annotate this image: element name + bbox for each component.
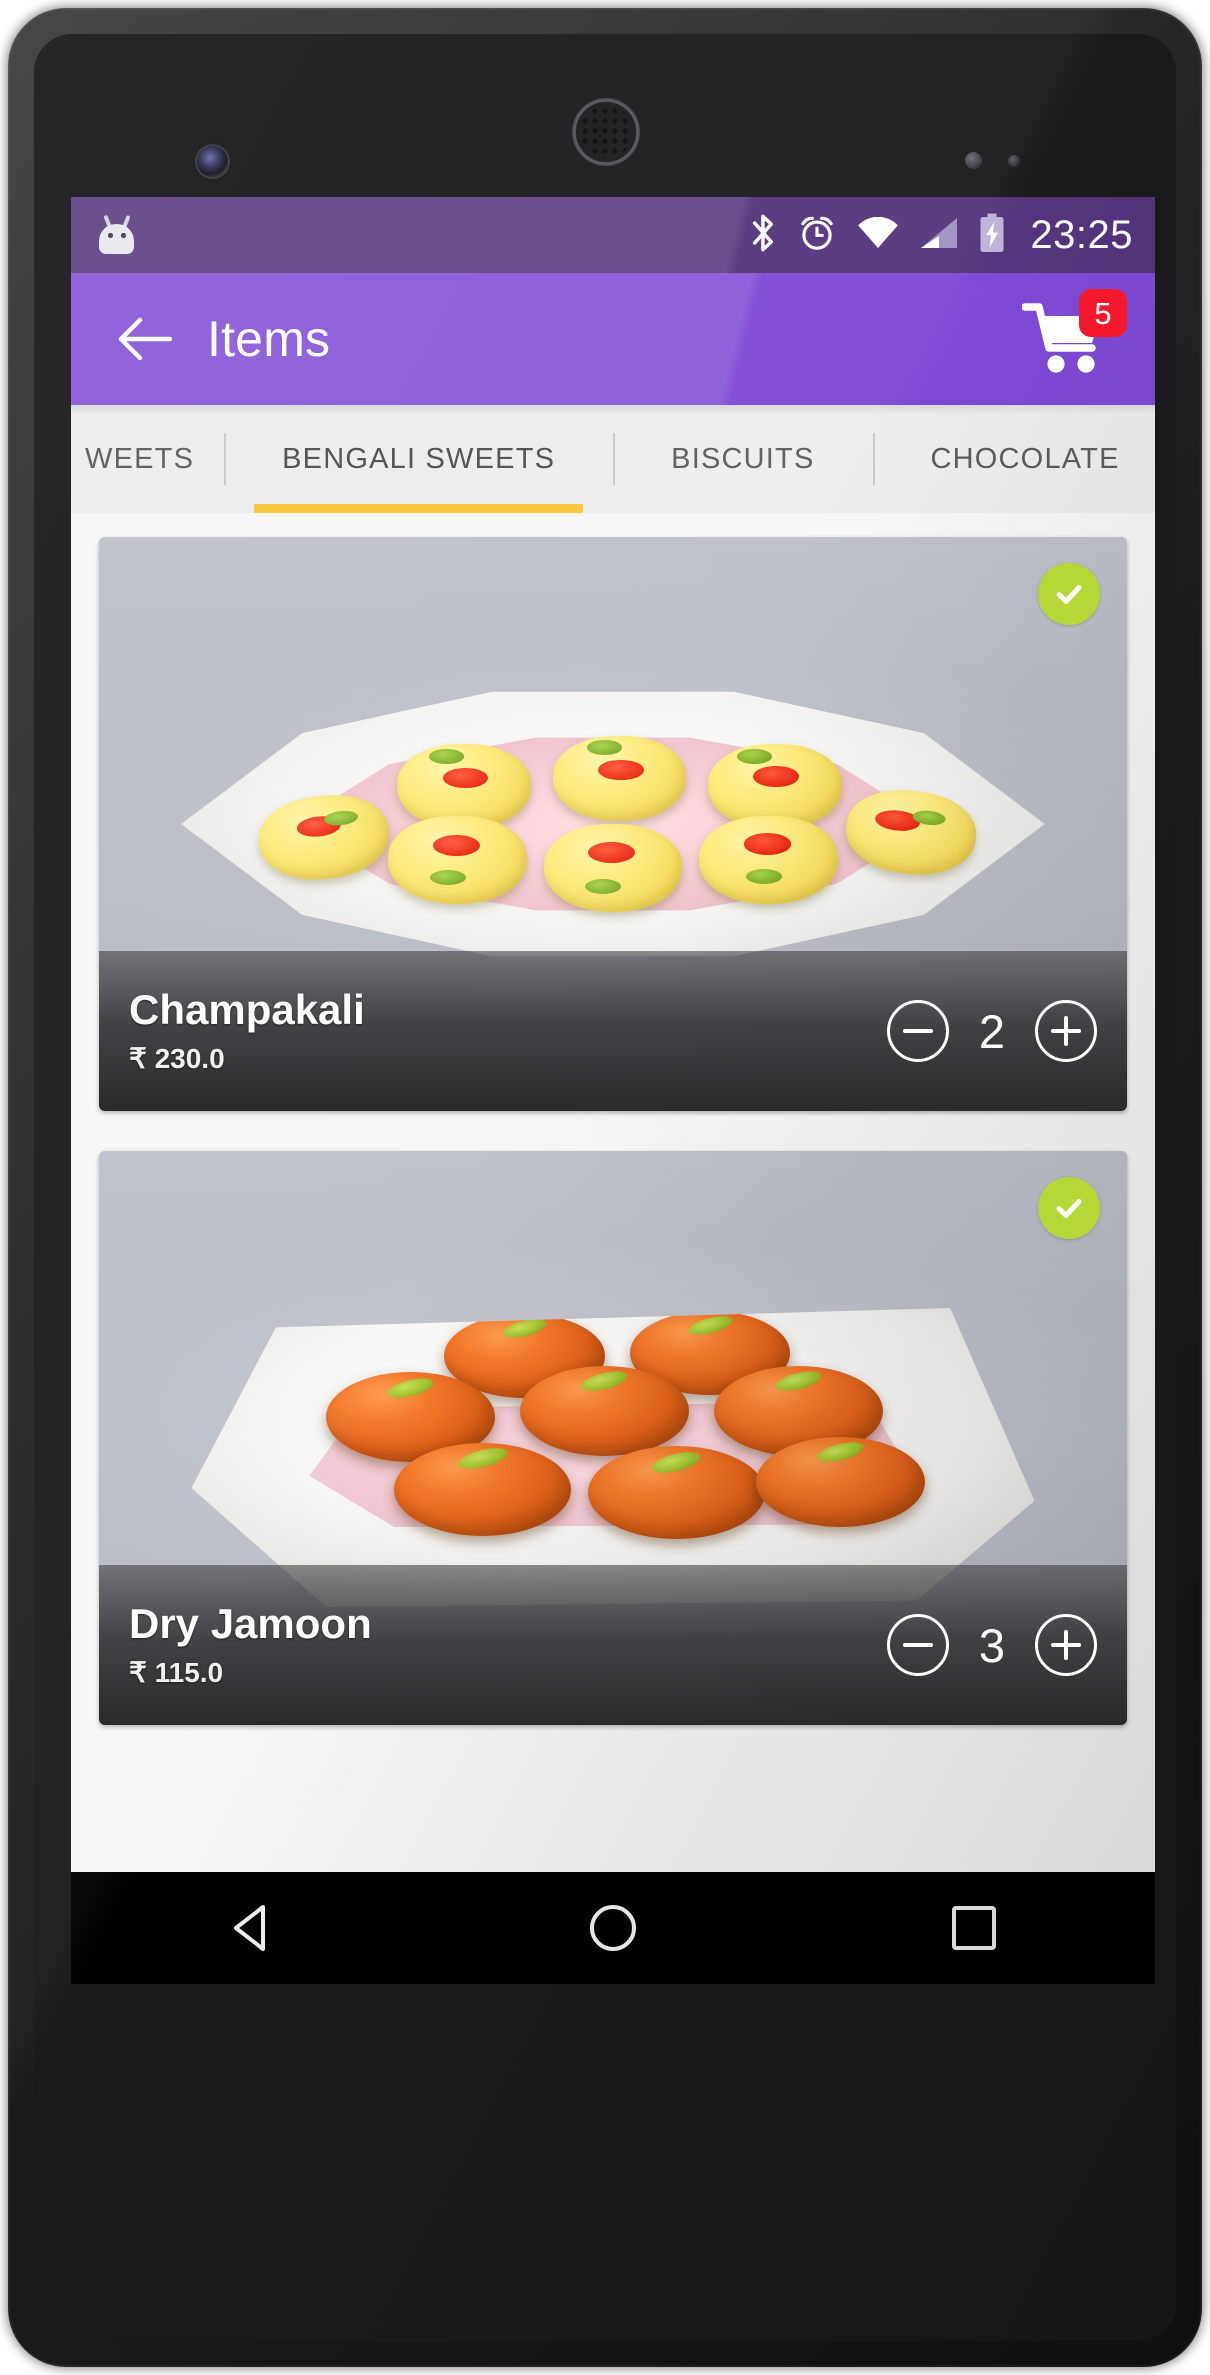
tab-bengali-sweets[interactable]: BENGALI SWEETS [224,405,613,513]
item-list: Champakali ₹ 230.0 2 Dry Jamoon ₹ 115.0 … [71,513,1155,1984]
tab-label: BENGALI SWEETS [282,442,556,475]
bluetooth-icon [750,213,777,258]
tab-sweets[interactable]: WEETS [71,405,224,513]
increase-quantity-button[interactable] [1035,1000,1097,1062]
quantity-value: 2 [978,1004,1006,1058]
item-card-footer: Dry Jamoon ₹ 115.0 3 [99,1565,1127,1725]
item-card[interactable]: Champakali ₹ 230.0 2 [99,537,1127,1111]
item-price: ₹ 115.0 [129,1657,224,1688]
item-info: Champakali ₹ 230.0 [129,989,365,1073]
nav-recents-button[interactable] [914,1872,1034,1984]
item-selected-check-icon[interactable] [1038,1177,1100,1239]
category-tab-bar[interactable]: WEETS BENGALI SWEETS BISCUITS CHOCOLATE [71,405,1155,513]
proximity-sensor-icon [965,152,982,169]
tab-biscuits[interactable]: BISCUITS [613,405,872,513]
front-camera-icon [197,146,228,177]
tab-chocolate[interactable]: CHOCOLATE [872,405,1156,513]
cart-button[interactable]: 5 [1017,289,1127,387]
wifi-icon [857,216,899,254]
decrease-quantity-button[interactable] [887,1614,949,1676]
item-card[interactable]: Dry Jamoon ₹ 115.0 3 [99,1151,1127,1725]
android-head-icon [99,214,134,254]
page-title: Items [207,311,331,367]
tab-indicator-active [254,504,584,513]
alarm-clock-icon [798,214,836,257]
light-sensor-icon [1008,155,1020,167]
quantity-value: 3 [978,1618,1006,1672]
back-button[interactable] [99,293,191,385]
decrease-quantity-button[interactable] [887,1000,949,1062]
increase-quantity-button[interactable] [1035,1614,1097,1676]
android-navigation-bar [71,1872,1155,1984]
nav-home-button[interactable] [553,1872,673,1984]
app-bar: Items 5 [71,273,1155,405]
tab-label: WEETS [85,442,195,475]
item-price: ₹ 230.0 [129,1043,225,1074]
item-name: Dry Jamoon [129,1600,372,1647]
item-selected-check-icon[interactable] [1038,563,1100,625]
item-info: Dry Jamoon ₹ 115.0 [129,1603,372,1687]
tab-label: CHOCOLATE [930,442,1120,475]
earpiece-speaker-mesh [579,105,633,159]
item-card-footer: Champakali ₹ 230.0 2 [99,951,1127,1111]
cell-signal-icon [920,217,958,254]
quantity-stepper[interactable]: 3 [887,1614,1097,1676]
phone-screen: 23:25 Items 5 WEETS BENGALI SWEETS BISCU… [71,197,1155,1984]
phone-device-frame: 23:25 Items 5 WEETS BENGALI SWEETS BISCU… [8,8,1202,2367]
nav-back-button[interactable] [192,1872,312,1984]
cart-badge-count: 5 [1079,289,1127,337]
battery-charging-icon [979,213,1005,258]
status-bar-right: 23:25 [750,213,1155,258]
status-bar-left [71,214,750,254]
status-bar-clock: 23:25 [1030,213,1133,257]
tab-label: BISCUITS [671,442,815,475]
quantity-stepper[interactable]: 2 [887,1000,1097,1062]
status-bar: 23:25 [71,197,1155,273]
item-name: Champakali [129,986,365,1033]
